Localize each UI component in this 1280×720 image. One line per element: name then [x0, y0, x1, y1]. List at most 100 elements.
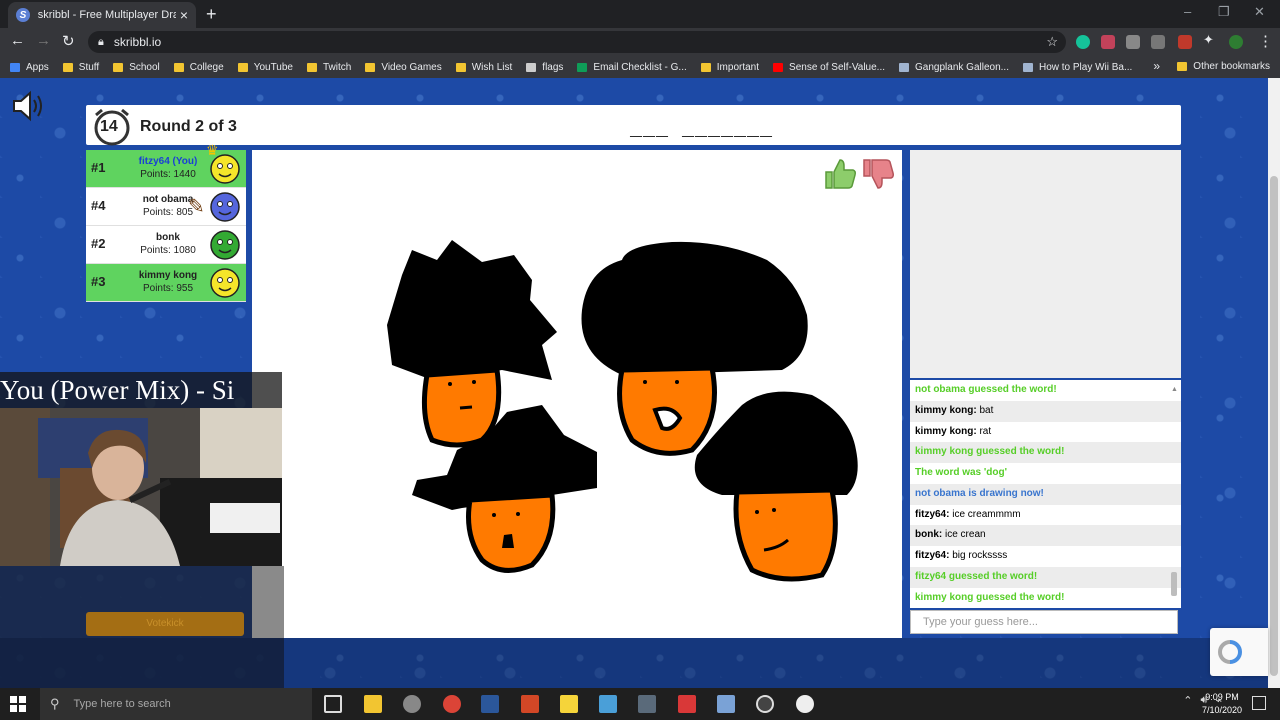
bookmark-item[interactable]: Email Checklist - G... — [577, 61, 687, 73]
bookmark-label: Email Checklist - G... — [593, 61, 687, 73]
chat-system-text: not obama is drawing now! — [915, 487, 1044, 499]
app-icon[interactable] — [599, 695, 617, 713]
bookmark-label: flags — [542, 61, 564, 73]
chat-message: The word was 'dog' — [910, 463, 1181, 484]
folder-icon — [173, 62, 184, 72]
chat-author: bonk: — [915, 529, 943, 541]
sheets-icon — [577, 62, 588, 72]
back-icon[interactable]: ← — [10, 32, 25, 49]
extension-icon[interactable] — [1126, 35, 1140, 49]
word-icon[interactable] — [481, 695, 499, 713]
chat-text: bat — [979, 404, 994, 416]
windows-start-icon[interactable] — [10, 696, 26, 712]
puzzle-extensions-icon[interactable]: ✦ — [1203, 32, 1217, 47]
extension-icon[interactable] — [1101, 35, 1115, 49]
player-rank: #1 — [91, 160, 106, 175]
chat-system-text: fitzy64 guessed the word! — [915, 570, 1038, 582]
chrome-icon[interactable] — [443, 695, 461, 713]
bookmark-label: YouTube — [253, 61, 293, 73]
player-row[interactable]: #3 kimmy kong Points: 955 — [86, 264, 246, 302]
grammarly-extension-icon[interactable] — [1076, 35, 1090, 49]
bookmark-item[interactable]: College — [173, 62, 224, 73]
new-tab-icon[interactable]: + — [206, 4, 217, 25]
bookmark-item[interactable]: flags — [526, 62, 563, 73]
player-points: Points: 1440 — [140, 169, 196, 180]
chat-message: not obama guessed the word! — [910, 380, 1181, 401]
other-bookmarks[interactable]: Other bookmarks — [1177, 61, 1270, 72]
task-view-icon[interactable] — [324, 695, 342, 713]
chat-message: not obama is drawing now! — [910, 483, 1181, 505]
bookmarks-overflow-icon[interactable]: » — [1153, 59, 1160, 73]
tab-close-icon[interactable]: × — [180, 7, 188, 23]
browser-tab[interactable]: S skribbl - Free Multiplayer Drawing × — [8, 2, 196, 28]
url-text: skribbl.io — [113, 35, 162, 49]
drawing-canvas[interactable] — [252, 150, 902, 638]
restore-icon[interactable]: ❐ — [1218, 4, 1230, 20]
chat-scrollbar-thumb[interactable] — [1171, 572, 1177, 596]
thumbs-up-icon[interactable] — [822, 156, 858, 192]
bookmark-item[interactable]: Stuff — [62, 62, 99, 73]
folder-icon — [365, 62, 376, 72]
page-scrollbar[interactable] — [1268, 78, 1280, 688]
bookmark-label: Wish List — [471, 61, 513, 73]
bookmark-item[interactable]: Apps — [10, 62, 49, 73]
steam-icon[interactable] — [403, 695, 421, 713]
profile-avatar[interactable] — [1229, 35, 1243, 49]
chevron-up-icon[interactable]: ⌃ — [1183, 694, 1192, 707]
pdf-reader-icon[interactable] — [678, 695, 696, 713]
player-avatar — [210, 268, 240, 298]
bookmark-item[interactable]: YouTube — [237, 61, 293, 73]
tab-title: skribbl - Free Multiplayer Drawing — [37, 9, 176, 21]
bookmark-label: Video Games — [381, 61, 442, 73]
chat-scroll-up-icon[interactable]: ▲ — [1171, 386, 1178, 396]
bookmark-item[interactable]: Video Games — [365, 61, 442, 73]
calculator-icon[interactable] — [638, 695, 656, 713]
player-row[interactable]: #2 bonk Points: 1080 — [86, 226, 246, 264]
thumbs-down-icon[interactable] — [860, 156, 896, 192]
player-row[interactable]: #1 fitzy64 (You) Points: 1440 ♛ — [86, 142, 246, 188]
extension-icon[interactable] — [1151, 35, 1165, 49]
flask-icon — [526, 62, 537, 72]
notification-icon[interactable] — [1252, 696, 1266, 710]
windows-taskbar: ⚲ Type here to search ⌃ 🔊︎ ⌁ 9:09 PM 7/1… — [0, 688, 1280, 720]
bookmark-label: Sense of Self-Value... — [789, 61, 886, 73]
address-bar[interactable]: 🔒︎ skribbl.io ☆ — [88, 31, 1066, 53]
reload-icon[interactable]: ↻ — [62, 32, 75, 50]
player-points: Points: 1080 — [140, 245, 196, 256]
forward-icon[interactable]: → — [36, 32, 51, 49]
obs-icon[interactable] — [756, 695, 774, 713]
player-row[interactable]: #4 not obama Points: 805 ✎ — [86, 188, 246, 226]
bookmark-item[interactable]: School — [113, 62, 160, 73]
sound-toggle-icon[interactable] — [10, 90, 46, 122]
app-icon[interactable] — [717, 695, 735, 713]
minimize-icon[interactable]: – — [1184, 4, 1191, 19]
page-scrollbar-thumb[interactable] — [1270, 176, 1278, 676]
bookmark-item[interactable]: Sense of Self-Value... — [773, 62, 885, 73]
bookmark-star-icon[interactable]: ☆ — [1046, 34, 1058, 50]
file-explorer-icon[interactable] — [364, 695, 382, 713]
youtube-icon — [773, 62, 784, 72]
window-close-icon[interactable]: ✕ — [1254, 4, 1265, 20]
extension-icon[interactable] — [1178, 35, 1192, 49]
menu-kebab-icon[interactable]: ⋮ — [1258, 32, 1273, 50]
recaptcha-badge[interactable] — [1210, 628, 1268, 676]
sticky-notes-icon[interactable] — [560, 695, 578, 713]
bookmark-label: School — [129, 61, 160, 73]
bookmark-item[interactable]: Twitch — [306, 62, 351, 73]
pencil-drawing-icon: ✎ — [188, 196, 205, 218]
guess-input[interactable] — [910, 610, 1178, 634]
itunes-icon[interactable] — [796, 695, 814, 713]
recaptcha-icon — [1218, 640, 1242, 664]
votekick-button[interactable]: Votekick — [86, 612, 244, 636]
bookmark-item[interactable]: Important — [700, 62, 759, 73]
clock-time: 9:09 PM — [1205, 692, 1239, 702]
taskbar-search[interactable]: ⚲ Type here to search — [40, 688, 312, 720]
chat-author: fitzy64: — [915, 550, 950, 561]
bookmark-item[interactable]: Gangplank Galleon... — [899, 62, 1009, 73]
powerpoint-icon[interactable] — [521, 695, 539, 713]
bookmark-item[interactable]: How to Play Wii Ba... — [1022, 62, 1132, 73]
bookmark-item[interactable]: Wish List — [455, 61, 513, 73]
player-rank: #4 — [91, 198, 106, 213]
taskbar-clock[interactable]: 9:09 PM 7/10/2020 — [1202, 691, 1242, 717]
chat-message: fitzy64: ice creammmm — [910, 505, 1181, 526]
